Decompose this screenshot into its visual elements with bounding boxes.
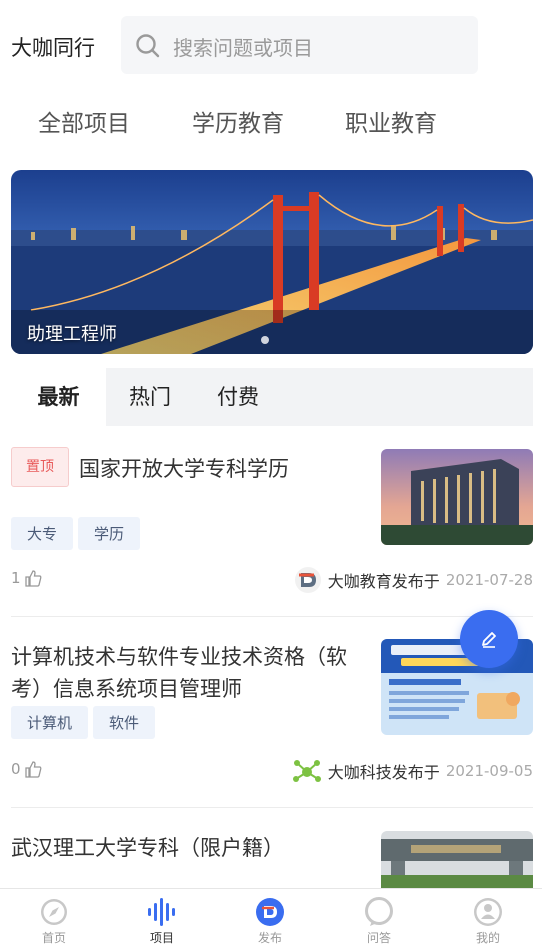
tabbar-home[interactable]: 首页 xyxy=(0,889,108,947)
tag[interactable]: 软件 xyxy=(93,706,156,739)
tabbar-label: 问答 xyxy=(366,931,391,945)
header: 大咖同行 搜索问题或项目 xyxy=(0,0,542,88)
pencil-icon xyxy=(482,632,496,648)
compass-icon xyxy=(41,899,67,925)
thumbs-up-icon xyxy=(24,760,41,778)
tag[interactable]: 计算机 xyxy=(11,706,89,739)
tabbar-label: 我的 xyxy=(475,931,500,945)
university-gate-image xyxy=(381,831,533,888)
category-tabs: 全部项目 学历教育 职业教育 xyxy=(0,98,542,142)
user-profile-icon xyxy=(474,898,502,926)
create-post-button[interactable] xyxy=(460,610,518,668)
chat-bubble-icon xyxy=(365,897,393,926)
tabbar-qa[interactable]: 问答 xyxy=(325,889,433,947)
publisher-name: 大咖科技发布于 xyxy=(327,763,440,782)
sound-wave-icon xyxy=(148,898,175,926)
category-all-projects[interactable]: 全部项目 xyxy=(38,104,130,138)
tabbar-label: 项目 xyxy=(149,931,174,945)
search-input[interactable]: 搜索问题或项目 xyxy=(121,16,478,74)
tabbar-publish[interactable]: 发布 xyxy=(216,889,324,947)
category-academic-education[interactable]: 学历教育 xyxy=(192,104,284,138)
post-thumbnail xyxy=(381,449,533,545)
tab-hot[interactable]: 热门 xyxy=(106,368,194,426)
app-name: 大咖同行 xyxy=(11,36,95,60)
category-vocational-education[interactable]: 职业教育 xyxy=(345,104,437,138)
tag-list: 大专 学历 xyxy=(11,517,145,550)
list-item[interactable]: 置顶 国家开放大学专科学历 大专 学历 1 大咖教育发布于 2021-07-28 xyxy=(11,426,533,616)
pinned-badge: 置顶 xyxy=(11,447,69,487)
feed-tabs: 最新 热门 付费 xyxy=(11,368,533,426)
post-thumbnail xyxy=(381,831,533,888)
publish-date: 2021-09-05 xyxy=(445,762,533,780)
thumbs-up-icon xyxy=(24,569,41,587)
like-count: 0 xyxy=(11,760,21,778)
tag[interactable]: 学历 xyxy=(78,517,141,550)
post-title: 计算机技术与软件专业技术资格（软考）信息系统项目管理师 xyxy=(11,645,347,701)
tabbar-label: 首页 xyxy=(41,931,66,945)
publisher-logo-icon xyxy=(292,760,321,782)
carousel-indicator xyxy=(261,336,269,344)
like-button[interactable]: 0 xyxy=(11,760,42,778)
search-placeholder: 搜索问题或项目 xyxy=(173,36,313,60)
tab-paid[interactable]: 付费 xyxy=(194,368,282,426)
tabbar-me[interactable]: 我的 xyxy=(434,889,542,947)
tab-latest[interactable]: 最新 xyxy=(11,368,106,426)
like-count: 1 xyxy=(11,569,21,587)
campus-building-image xyxy=(381,449,533,545)
post-title: 武汉理工大学专科（限户籍） xyxy=(11,836,284,860)
tag-list: 计算机 软件 xyxy=(11,706,160,739)
like-button[interactable]: 1 xyxy=(11,569,42,587)
list-item[interactable]: 计算机技术与软件专业技术资格（软考）信息系统项目管理师 计算机 软件 0 大咖科技… xyxy=(11,617,533,807)
list-item[interactable]: 武汉理工大学专科（限户籍） xyxy=(11,808,533,888)
post-title: 国家开放大学专科学历 xyxy=(79,457,289,481)
publish-date: 2021-07-28 xyxy=(445,571,533,589)
tabbar-projects[interactable]: 项目 xyxy=(108,889,216,947)
bottom-tab-bar: 首页 项目 发布 问答 我的 xyxy=(0,888,542,947)
publish-logo-icon xyxy=(256,898,284,926)
tag[interactable]: 大专 xyxy=(11,517,74,550)
banner-carousel[interactable]: 助理工程师 xyxy=(11,170,533,354)
search-icon xyxy=(136,34,160,58)
publisher-logo-icon xyxy=(294,567,321,593)
publisher-name: 大咖教育发布于 xyxy=(327,572,440,591)
banner-caption: 助理工程师 xyxy=(27,324,117,345)
tabbar-label: 发布 xyxy=(257,931,282,945)
